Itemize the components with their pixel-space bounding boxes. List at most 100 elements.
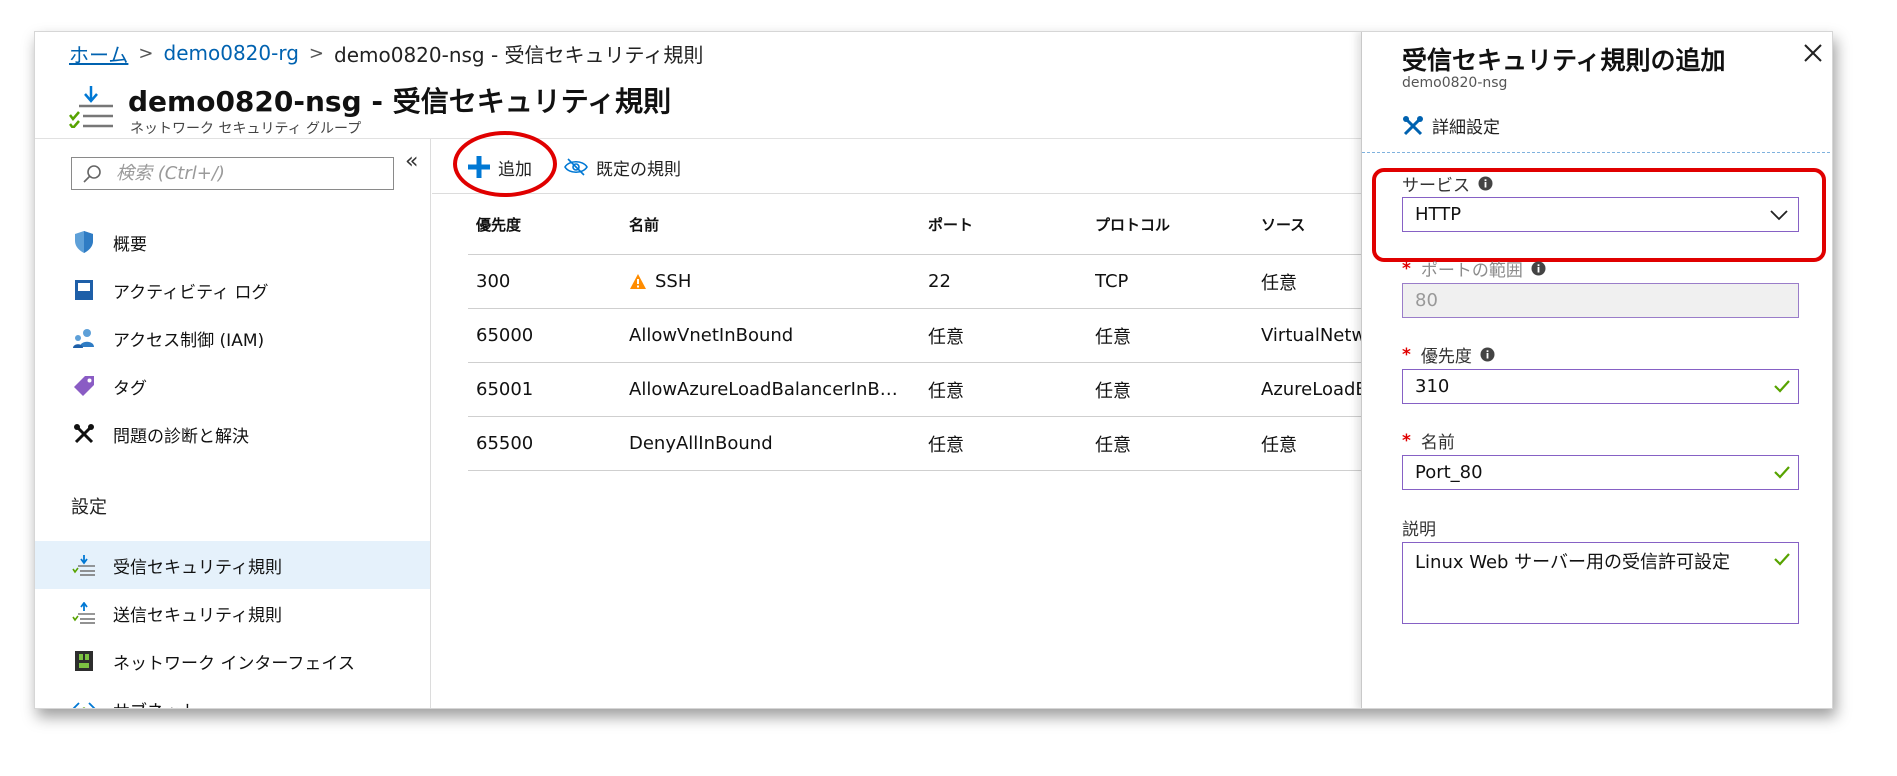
cell-name: SSH <box>629 255 919 308</box>
nav-item-diagnose[interactable]: 問題の診断と解決 <box>35 410 430 458</box>
cell-source: 任意 <box>1261 272 1297 294</box>
command-bar: 追加 既定の規則 <box>432 139 1392 194</box>
description-textarea[interactable]: Linux Web サーバー用の受信許可設定 <box>1402 542 1799 624</box>
breadcrumb: ホーム > demo0820-rg > demo0820-nsg - 受信セキュ… <box>69 39 704 68</box>
nav-item-activity-log[interactable]: アクティビティ ログ <box>35 266 430 314</box>
nav-item-label: アクティビティ ログ <box>113 282 269 303</box>
default-rules-label: 既定の規則 <box>596 159 681 180</box>
nav-item-label: アクセス制御 (IAM) <box>113 330 265 351</box>
header-source[interactable]: ソース <box>1261 195 1371 254</box>
cell-priority: 65500 <box>476 433 534 454</box>
nav-item-outbound-rules[interactable]: 送信セキュリティ規則 <box>35 589 430 637</box>
nav-item-label: 送信セキュリティ規則 <box>113 605 282 626</box>
name-value: Port_80 <box>1415 462 1483 483</box>
breadcrumb-current: demo0820-nsg - 受信セキュリティ規則 <box>334 42 704 67</box>
service-value: HTTP <box>1415 204 1462 225</box>
nav-item-subnets[interactable]: サブネット <box>35 685 430 709</box>
checkmark-icon <box>1774 553 1790 566</box>
info-icon[interactable] <box>1480 347 1495 362</box>
name-label-text: 名前 <box>1420 433 1455 453</box>
cell-name: AllowVnetInBound <box>629 325 794 346</box>
nav-item-label: ネットワーク インターフェイス <box>113 653 355 674</box>
outbound-rules-icon <box>71 600 97 626</box>
default-rules-button[interactable]: 既定の規則 <box>564 151 681 183</box>
nav-item-iam[interactable]: アクセス制御 (IAM) <box>35 314 430 362</box>
header-priority[interactable]: 優先度 <box>476 195 596 254</box>
cell-priority: 300 <box>476 271 511 292</box>
checkmark-icon <box>1774 466 1790 479</box>
priority-input[interactable]: 310 <box>1402 369 1799 404</box>
cell-source: VirtualNetwork <box>1261 325 1371 346</box>
add-button-label: 追加 <box>498 159 532 180</box>
nav-item-label: 概要 <box>113 234 147 255</box>
cell-port: 任意 <box>928 380 964 402</box>
table-header-row: 優先度 名前 ポート プロトコル ソース <box>468 195 1368 255</box>
info-icon[interactable] <box>1478 176 1493 191</box>
hide-eye-icon <box>564 158 588 176</box>
breadcrumb-rg-link[interactable]: demo0820-rg <box>164 41 299 65</box>
advanced-settings-label: 詳細設定 <box>1432 118 1500 138</box>
required-mark: * <box>1402 258 1411 279</box>
nav-item-overview[interactable]: 概要 <box>35 218 430 266</box>
network-interface-icon <box>71 648 97 674</box>
close-icon[interactable] <box>1799 39 1827 67</box>
cell-protocol: 任意 <box>1095 380 1131 402</box>
blade-subtitle: demo0820-nsg <box>1402 75 1508 91</box>
nav-item-label: 受信セキュリティ規則 <box>113 557 282 578</box>
priority-label: * 優先度 <box>1402 342 1495 367</box>
header-port[interactable]: ポート <box>928 195 1078 254</box>
inbound-rules-icon <box>71 552 97 578</box>
priority-value: 310 <box>1415 376 1450 397</box>
nav-item-inbound-rules[interactable]: 受信セキュリティ規則 <box>35 541 430 589</box>
nav-item-label: サブネット <box>113 697 198 709</box>
nav-section-settings: 設定 <box>71 497 107 518</box>
blade-divider <box>1362 152 1832 153</box>
blade-title: 受信セキュリティ規則の追加 <box>1402 46 1726 75</box>
subnet-icon <box>71 696 97 708</box>
page-subtitle: ネットワーク セキュリティ グループ <box>130 121 362 137</box>
breadcrumb-home-link[interactable]: ホーム <box>69 39 128 68</box>
people-icon <box>71 325 97 351</box>
cell-source: 任意 <box>1261 434 1297 456</box>
port-range-input: 80 <box>1402 283 1799 318</box>
table-row[interactable]: 65001 AllowAzureLoadBalancerInB… 任意 任意 A… <box>468 363 1371 417</box>
cell-protocol: 任意 <box>1095 326 1131 348</box>
search-box[interactable] <box>71 157 394 190</box>
cell-protocol: TCP <box>1095 271 1129 292</box>
name-input[interactable]: Port_80 <box>1402 455 1799 490</box>
advanced-settings-button[interactable]: 詳細設定 <box>1402 113 1500 138</box>
cell-port: 任意 <box>928 434 964 456</box>
table-row[interactable]: 300 SSH 22 TCP 任意 <box>468 255 1368 309</box>
port-range-value: 80 <box>1415 290 1438 311</box>
priority-label-text: 優先度 <box>1420 347 1472 367</box>
description-label: 説明 <box>1402 515 1436 540</box>
add-button[interactable]: 追加 <box>468 151 532 183</box>
tag-icon <box>71 373 97 399</box>
checkmark-icon <box>1774 380 1790 393</box>
header-name[interactable]: 名前 <box>629 195 919 254</box>
page-title: demo0820-nsg - 受信セキュリティ規則 <box>128 85 672 118</box>
port-range-label: * ポートの範囲 <box>1402 256 1546 281</box>
warning-icon <box>630 273 646 289</box>
service-dropdown[interactable]: HTTP <box>1402 197 1799 232</box>
chevron-right-icon: > <box>138 42 154 64</box>
search-input[interactable] <box>116 163 376 184</box>
table-row[interactable]: 65000 AllowVnetInBound 任意 任意 VirtualNetw… <box>468 309 1371 363</box>
description-value: Linux Web サーバー用の受信許可設定 <box>1415 552 1731 573</box>
inbound-rules-icon <box>69 86 113 128</box>
required-mark: * <box>1402 344 1411 365</box>
cell-priority: 65000 <box>476 325 534 346</box>
nav-item-tags[interactable]: タグ <box>35 362 430 410</box>
required-mark: * <box>1402 430 1411 451</box>
activity-log-icon <box>71 277 97 303</box>
header-protocol[interactable]: プロトコル <box>1095 195 1245 254</box>
description-label-text: 説明 <box>1402 520 1436 540</box>
info-icon[interactable] <box>1531 261 1546 276</box>
rule-name: SSH <box>655 271 692 292</box>
table-row[interactable]: 65500 DenyAllInBound 任意 任意 任意 <box>468 417 1368 471</box>
port-range-label-text: ポートの範囲 <box>1420 261 1523 281</box>
collapse-nav-button[interactable]: « <box>405 149 418 174</box>
nav-item-network-interfaces[interactable]: ネットワーク インターフェイス <box>35 637 430 685</box>
chevron-down-icon <box>1770 210 1788 221</box>
shield-icon <box>71 229 97 255</box>
